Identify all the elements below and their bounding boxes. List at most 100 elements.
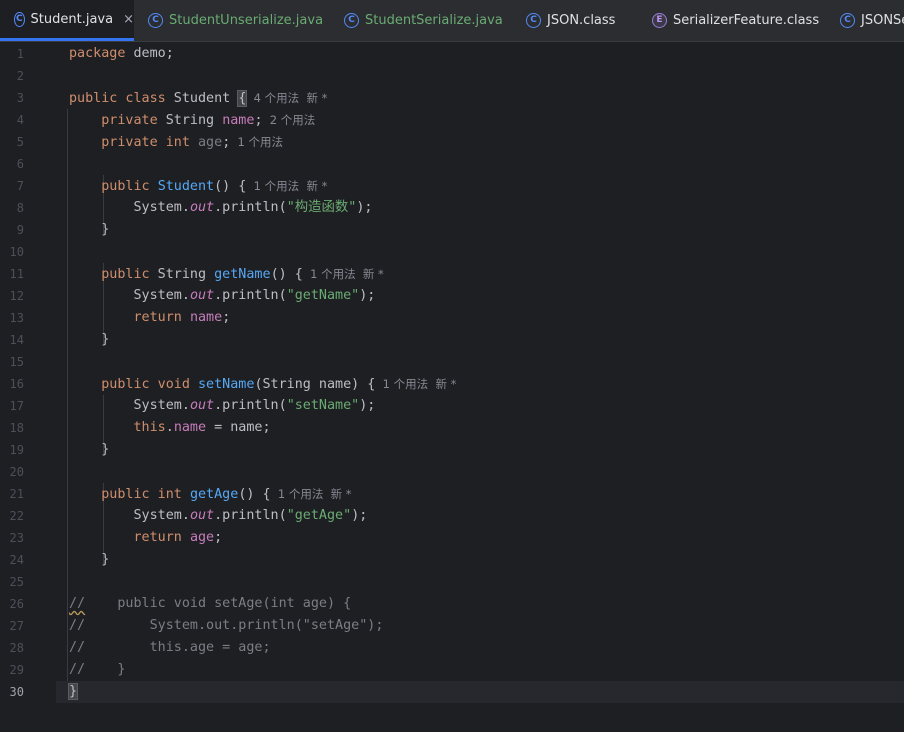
tab-label: StudentSerialize.java bbox=[365, 13, 503, 28]
code-line[interactable]: // System.out.println("setAge"); bbox=[56, 615, 904, 637]
code-token: name bbox=[189, 310, 223, 325]
code-token: getAge bbox=[189, 487, 239, 502]
usage-hint[interactable]: 1 个用法 bbox=[230, 135, 284, 149]
line-number: 20 bbox=[9, 465, 24, 479]
code-line[interactable]: private int age; 1 个用法 bbox=[56, 131, 904, 153]
code-token: String bbox=[149, 267, 215, 282]
close-icon[interactable]: × bbox=[123, 12, 134, 27]
usage-hint[interactable]: 2 个用法 bbox=[263, 113, 316, 127]
code-token: "getAge" bbox=[286, 508, 352, 523]
line-number: 22 bbox=[9, 509, 24, 523]
usage-hint[interactable]: 1 个用法 新 * bbox=[375, 377, 457, 391]
code-token: System. bbox=[69, 288, 190, 303]
code-line[interactable] bbox=[56, 571, 904, 593]
code-line[interactable]: public Student() { 1 个用法 新 * bbox=[56, 175, 904, 197]
line-number: 26 bbox=[9, 597, 24, 611]
code-token: name bbox=[173, 420, 207, 435]
code-token: out bbox=[189, 508, 215, 523]
code-token: (String name) { bbox=[254, 377, 376, 392]
code-line[interactable]: } bbox=[56, 681, 904, 703]
usage-hint[interactable]: 1 个用法 新 * bbox=[246, 179, 328, 193]
code-token: Student bbox=[165, 91, 239, 106]
class-icon: C bbox=[14, 11, 25, 27]
code-token: ); bbox=[359, 288, 376, 303]
code-line[interactable]: } bbox=[56, 329, 904, 351]
line-number: 5 bbox=[16, 135, 24, 149]
tab-label: SerializerFeature.class bbox=[673, 13, 820, 28]
code-line[interactable]: // public void setAge(int age) { bbox=[56, 593, 904, 615]
tab-studentunserialize-java[interactable]: C StudentUnserialize.java bbox=[134, 0, 330, 41]
usage-hint[interactable]: 1 个用法 新 * bbox=[271, 487, 352, 501]
line-number: 3 bbox=[16, 91, 24, 105]
code-token: public bbox=[101, 179, 150, 194]
code-line[interactable]: public int getAge() { 1 个用法 新 * bbox=[56, 483, 904, 505]
class-icon: C bbox=[840, 13, 855, 28]
line-number: 25 bbox=[9, 575, 24, 589]
code-line[interactable]: // } bbox=[56, 659, 904, 681]
tab-jsonse[interactable]: C JSONSe bbox=[826, 0, 904, 41]
line-number: 11 bbox=[9, 267, 24, 281]
code-editor[interactable]: package demo; public class Student { 4 个用… bbox=[56, 42, 904, 732]
code-token: () { bbox=[238, 487, 271, 502]
code-line[interactable] bbox=[56, 351, 904, 373]
code-token: out bbox=[189, 288, 215, 303]
code-token: System. bbox=[69, 200, 190, 215]
code-line[interactable] bbox=[56, 241, 904, 263]
code-line[interactable]: } bbox=[56, 219, 904, 241]
code-token: .println( bbox=[214, 508, 287, 523]
code-line[interactable]: public void setName(String name) { 1 个用法… bbox=[56, 373, 904, 395]
line-number: 28 bbox=[9, 641, 24, 655]
code-line[interactable]: this.name = name; bbox=[56, 417, 904, 439]
line-number: 27 bbox=[9, 619, 24, 633]
tab-json-class[interactable]: C JSON.class bbox=[512, 0, 638, 41]
tab-studentserialize-java[interactable]: C StudentSerialize.java bbox=[330, 0, 512, 41]
line-number: 7 bbox=[16, 179, 24, 193]
code-line[interactable]: public class Student { 4 个用法 新 * bbox=[56, 87, 904, 109]
code-line[interactable]: } bbox=[56, 439, 904, 461]
usage-hint[interactable]: 1 个用法 新 * bbox=[303, 267, 384, 281]
code-line[interactable]: System.out.println("setName"); bbox=[56, 395, 904, 417]
usage-hint[interactable]: 4 个用法 新 * bbox=[246, 91, 328, 105]
code-line[interactable]: package demo; bbox=[56, 43, 904, 65]
code-token: out bbox=[189, 200, 215, 215]
code-token: ); bbox=[351, 508, 368, 523]
code-token: age bbox=[198, 135, 223, 150]
code-line[interactable]: } bbox=[56, 549, 904, 571]
code-line[interactable]: return age; bbox=[56, 527, 904, 549]
code-line[interactable]: System.out.println("构造函数"); bbox=[56, 197, 904, 219]
line-number: 21 bbox=[9, 487, 24, 501]
line-number: 8 bbox=[16, 201, 24, 215]
code-line[interactable]: public String getName() { 1 个用法 新 * bbox=[56, 263, 904, 285]
code-token: String bbox=[157, 113, 223, 128]
code-token: ; bbox=[222, 310, 231, 325]
code-token: () { bbox=[270, 267, 303, 282]
code-line[interactable]: System.out.println("getName"); bbox=[56, 285, 904, 307]
line-number: 1 bbox=[16, 47, 24, 61]
code-token: } bbox=[69, 552, 110, 567]
code-line[interactable]: private String name; 2 个用法 bbox=[56, 109, 904, 131]
line-number: 6 bbox=[16, 157, 24, 171]
code-line[interactable]: // this.age = age; bbox=[56, 637, 904, 659]
code-token: public bbox=[101, 267, 150, 282]
code-token: Student bbox=[157, 179, 215, 194]
code-token: name bbox=[222, 113, 255, 128]
code-token: age bbox=[189, 530, 215, 545]
code-line[interactable] bbox=[56, 65, 904, 87]
code-line[interactable] bbox=[56, 461, 904, 483]
code-token: this bbox=[133, 420, 166, 435]
tab-serializerfeature-class[interactable]: E SerializerFeature.class bbox=[638, 0, 826, 41]
code-line[interactable] bbox=[56, 153, 904, 175]
tab-student-java[interactable]: C Student.java × bbox=[0, 0, 134, 41]
line-number: 19 bbox=[9, 443, 24, 457]
code-token: } bbox=[69, 442, 110, 457]
code-line[interactable]: return name; bbox=[56, 307, 904, 329]
code-line[interactable]: System.out.println("getAge"); bbox=[56, 505, 904, 527]
line-number: 13 bbox=[9, 311, 24, 325]
line-number: 23 bbox=[9, 531, 24, 545]
code-token: } bbox=[69, 332, 110, 347]
line-number: 16 bbox=[9, 377, 24, 391]
